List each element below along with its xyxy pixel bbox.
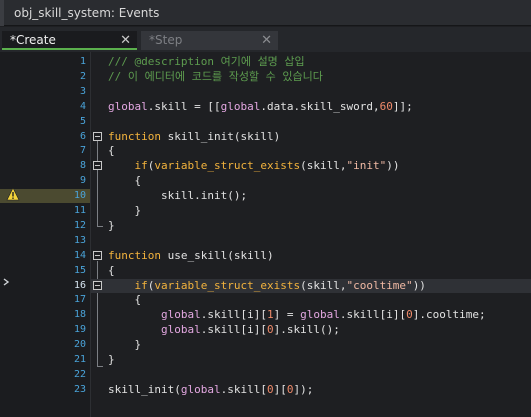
line-number: 21: [73, 354, 86, 365]
line-number: 1: [79, 56, 86, 67]
fold-toggle-icon[interactable]: [93, 131, 102, 141]
line-number: 14: [73, 249, 86, 261]
line-number: 15: [73, 264, 86, 276]
fold-toggle-icon[interactable]: [93, 250, 102, 260]
code-line[interactable]: 16 if(variable_struct_exists(skill,"cool…: [74, 278, 531, 293]
code-text: }: [108, 353, 115, 366]
code-text: if(variable_struct_exists(skill,"cooltim…: [134, 278, 426, 292]
code-text: // 이 에디터에 코드를 작성할 수 있습니다: [108, 69, 323, 83]
code-line[interactable]: 17 {: [74, 293, 531, 307]
line-number: 2: [79, 70, 86, 82]
line-number: 23: [73, 383, 86, 395]
code-line[interactable]: 14 function use_skill(skill): [74, 248, 531, 263]
code-line[interactable]: 19 global.skill[i][0].skill();: [74, 323, 531, 337]
titlebar-accent: [0, 0, 4, 26]
window-title: obj_skill_system: Events: [14, 6, 160, 20]
line-number: 17: [73, 294, 86, 306]
line-number: 19: [73, 324, 86, 336]
code-text: global.skill[i][1] = global.skill[i][0].…: [160, 308, 486, 322]
code-text: /// @description 여기에 설명 삽입: [108, 55, 305, 68]
code-line[interactable]: 15 {: [74, 263, 531, 278]
code-line[interactable]: 3: [80, 85, 531, 99]
line-number: 4: [79, 100, 86, 112]
tab-create-label: *Create: [10, 33, 56, 47]
line-number: 9: [79, 175, 86, 187]
code-text: if(variable_struct_exists(skill,"init")): [134, 159, 400, 173]
code-text: global.skill[i][0].skill();: [160, 323, 340, 337]
code-text: {: [108, 174, 142, 188]
close-icon[interactable]: ✕: [120, 31, 131, 50]
code-text: global.skill = [[global.data.skill_sword…: [108, 99, 413, 113]
code-text: skill_init(global.skill[0][0]);: [108, 382, 314, 396]
warning-icon[interactable]: [6, 187, 20, 201]
code-text: {: [108, 263, 115, 277]
code-line[interactable]: 18 global.skill[i][1] = global.skill[i][…: [74, 308, 531, 322]
code-line[interactable]: 5: [80, 115, 531, 129]
line-number: 10: [73, 190, 86, 202]
code-text: skill.init();: [160, 189, 248, 203]
code-line[interactable]: 12}: [74, 218, 531, 233]
code-text: }: [108, 218, 115, 232]
code-line[interactable]: 20 }: [74, 338, 531, 352]
code-text: }: [108, 338, 142, 352]
current-line-arrow-icon: [3, 278, 10, 286]
code-line[interactable]: 6 function skill_init(skill): [80, 129, 531, 144]
line-number: 11: [73, 205, 86, 216]
line-number: 5: [79, 115, 86, 127]
code-line[interactable]: 21}: [74, 353, 531, 367]
code-line[interactable]: 10 skill.init();: [74, 189, 531, 203]
code-line[interactable]: 11 }: [74, 204, 531, 218]
line-number: 8: [79, 160, 86, 172]
code-line[interactable]: 4 global.skill = [[global.data.skill_swor…: [80, 99, 531, 114]
code-line[interactable]: 22: [74, 368, 531, 382]
tab-bar: *Create ✕ *Step ✕: [0, 27, 531, 52]
code-line[interactable]: 9 {: [80, 174, 531, 188]
code-line[interactable]: 13: [74, 234, 531, 248]
code-line[interactable]: 23 skill_init(global.skill[0][0]);: [74, 382, 531, 397]
line-number: 20: [73, 339, 86, 351]
line-number: 18: [73, 309, 86, 321]
line-number: 22: [73, 368, 86, 380]
line-number: 6: [79, 130, 86, 142]
code-text: function skill_init(skill): [108, 129, 281, 143]
code-text: }: [108, 204, 142, 217]
tab-step[interactable]: *Step ✕: [141, 31, 278, 50]
code-text: {: [108, 293, 142, 307]
line-number: 3: [79, 85, 86, 97]
window-titlebar: obj_skill_system: Events: [0, 0, 531, 26]
line-number: 13: [73, 234, 86, 246]
close-icon[interactable]: ✕: [261, 31, 272, 50]
fold-toggle-icon[interactable]: [93, 161, 102, 171]
code-line[interactable]: 1 /// @description 여기에 설명 삽입: [80, 55, 531, 69]
code-line[interactable]: 8 if(variable_struct_exists(skill,"init"…: [80, 159, 531, 173]
code-lines: 1 /// @description 여기에 설명 삽입 2 // 이 에디터에 코드…: [74, 52, 531, 417]
line-number: 16: [73, 279, 86, 291]
fold-toggle-icon[interactable]: [93, 280, 102, 290]
line-number: 12: [73, 219, 86, 231]
code-text: function use_skill(skill): [108, 248, 274, 262]
tab-create[interactable]: *Create ✕: [2, 31, 137, 50]
code-text: {: [108, 144, 115, 158]
code-line[interactable]: 2 // 이 에디터에 코드를 작성할 수 있습니다: [80, 69, 531, 84]
code-line[interactable]: 7{: [80, 144, 531, 158]
line-number: 7: [79, 145, 86, 157]
tab-step-label: *Step: [149, 33, 183, 47]
